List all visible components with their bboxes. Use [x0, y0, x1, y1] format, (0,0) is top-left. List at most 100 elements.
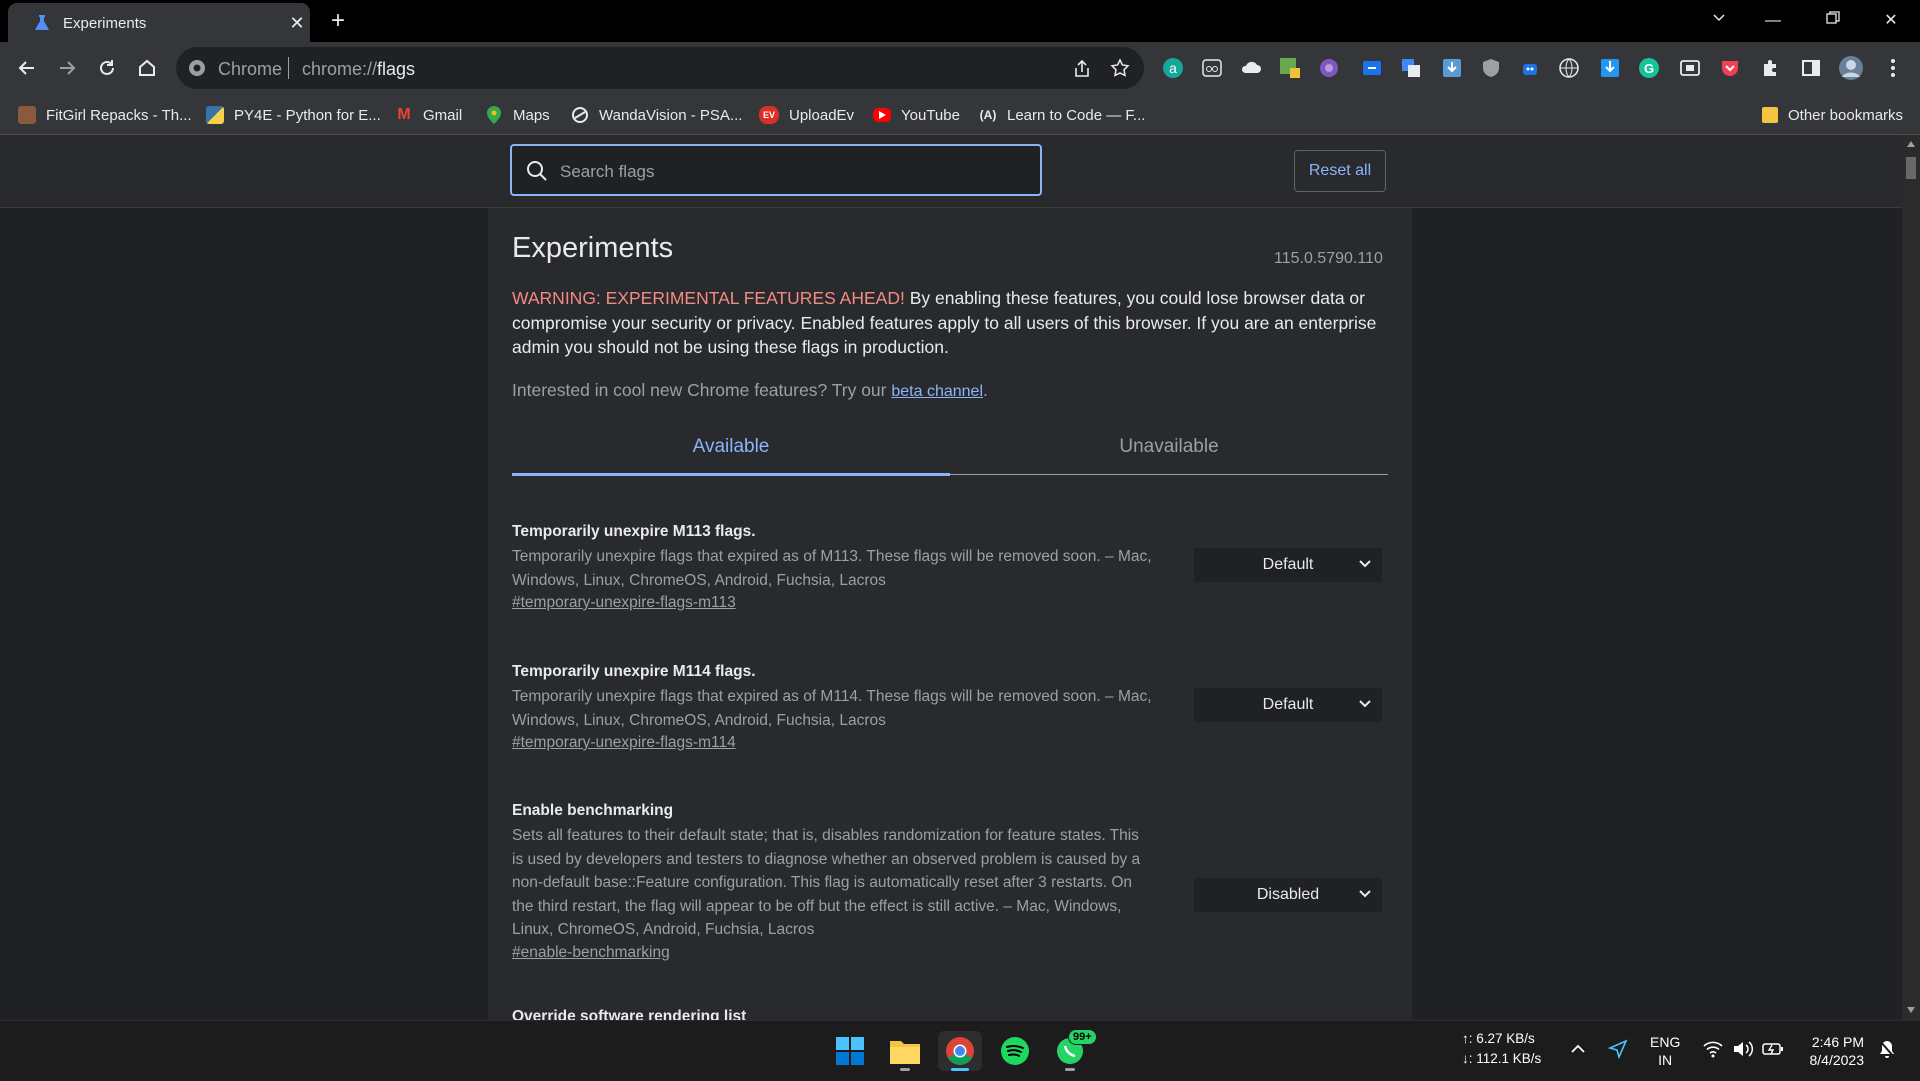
- flag-link[interactable]: #temporary-unexpire-flags-m113: [512, 594, 736, 612]
- bookmark-label: FitGirl Repacks - Th...: [46, 106, 192, 124]
- bookmark-fitgirl[interactable]: FitGirl Repacks - Th...: [18, 103, 192, 127]
- other-bookmarks[interactable]: Other bookmarks: [1762, 103, 1903, 127]
- bookmark-label: WandaVision - PSA...: [599, 106, 743, 124]
- toolbar: Chrome chrome://flags a G: [0, 42, 1920, 96]
- flag-item: Enable benchmarking Sets all features to…: [512, 802, 1388, 982]
- bookmark-wandavision[interactable]: WandaVision - PSA...: [571, 103, 742, 127]
- language-code: ENG: [1650, 1034, 1681, 1050]
- reload-icon[interactable]: [91, 52, 123, 84]
- tab-available[interactable]: Available: [512, 436, 950, 458]
- new-tab-button[interactable]: +: [325, 8, 351, 34]
- flag-description: Sets all features to their default state…: [512, 827, 1141, 938]
- scroll-thumb[interactable]: [1906, 157, 1916, 179]
- page-scrollbar[interactable]: [1902, 135, 1920, 1020]
- bookmark-gmail[interactable]: M Gmail: [395, 103, 462, 127]
- network-speed: ↑: 6.27 KB/s ↓: 112.1 KB/s: [1462, 1029, 1541, 1069]
- url-text[interactable]: chrome://flags: [302, 59, 415, 80]
- close-tab-icon[interactable]: ✕: [286, 12, 308, 34]
- spotify-icon[interactable]: [993, 1031, 1037, 1071]
- close-window-icon[interactable]: ✕: [1876, 8, 1906, 34]
- vpn-extension-icon[interactable]: [1316, 55, 1342, 81]
- bookmark-uploadev[interactable]: EV UploadEv: [759, 103, 854, 127]
- tray-overflow-icon[interactable]: [1570, 1041, 1586, 1059]
- language-indicator[interactable]: ENG IN: [1650, 1033, 1680, 1069]
- chrome-taskbar-icon[interactable]: [938, 1031, 982, 1071]
- flag-state-select[interactable]: Disabled: [1194, 878, 1382, 912]
- clock[interactable]: 2:46 PM 8/4/2023: [1800, 1033, 1865, 1069]
- scroll-up-icon[interactable]: [1907, 141, 1915, 147]
- ublock-extension-icon[interactable]: [1478, 55, 1504, 81]
- location-icon[interactable]: [1607, 1039, 1628, 1064]
- back-icon[interactable]: [11, 52, 43, 84]
- amazon-extension-icon[interactable]: a: [1160, 55, 1186, 81]
- scroll-down-icon[interactable]: [1907, 1007, 1915, 1013]
- flag-state-value: Disabled: [1256, 886, 1320, 903]
- active-indicator: [951, 1068, 969, 1071]
- bookmark-label: Gmail: [423, 106, 463, 124]
- cloud-extension-icon[interactable]: [1238, 55, 1264, 81]
- flag-state-select[interactable]: Default: [1194, 688, 1382, 722]
- flag-name: Enable benchmarking: [512, 802, 674, 819]
- bookmark-youtube[interactable]: YouTube: [873, 103, 960, 127]
- share-icon[interactable]: [1072, 59, 1092, 79]
- beta-channel-link[interactable]: beta channel: [891, 383, 983, 400]
- minimize-icon[interactable]: —: [1758, 8, 1788, 34]
- whatsapp-icon[interactable]: 99+: [1048, 1029, 1097, 1071]
- svg-text:G: G: [1644, 61, 1654, 76]
- globe-extension-icon[interactable]: [1556, 55, 1582, 81]
- youtube-icon: [873, 108, 891, 122]
- bookmark-py4e[interactable]: PY4E - Python for E...: [206, 103, 381, 127]
- download-manager-icon[interactable]: [1439, 55, 1465, 81]
- bookmark-freecodecamp[interactable]: (A) Learn to Code — F...: [979, 103, 1146, 127]
- bookmarks-bar: FitGirl Repacks - Th... PY4E - Python fo…: [0, 96, 1920, 135]
- flag-name: Temporarily unexpire M114 flags.: [512, 663, 756, 680]
- bookmark-star-icon[interactable]: [1110, 58, 1130, 78]
- search-input[interactable]: [558, 158, 1022, 186]
- idm-extension-icon[interactable]: [1597, 55, 1623, 81]
- profile-avatar[interactable]: [1838, 55, 1864, 81]
- forward-icon[interactable]: [51, 52, 83, 84]
- flag-link[interactable]: #temporary-unexpire-flags-m114: [512, 734, 736, 752]
- media-extension-icon[interactable]: [1677, 55, 1703, 81]
- psa-icon: [571, 106, 589, 124]
- warning-message: WARNING: EXPERIMENTAL FEATURES AHEAD! By…: [512, 286, 1382, 360]
- flags-header: Reset all: [0, 135, 1902, 208]
- running-indicator: [900, 1068, 910, 1071]
- windows-start-icon[interactable]: [828, 1031, 872, 1071]
- bookmark-label: YouTube: [901, 106, 960, 124]
- flag-name: Override software rendering list: [512, 1008, 747, 1020]
- pocket-extension-icon[interactable]: [1717, 55, 1743, 81]
- site-chip-label: Chrome: [218, 59, 283, 79]
- screenshot-extension-icon[interactable]: [1359, 55, 1385, 81]
- battery-icon[interactable]: [1762, 1040, 1784, 1063]
- bookmark-maps[interactable]: Maps: [485, 103, 550, 127]
- volume-icon[interactable]: [1732, 1040, 1754, 1063]
- translate-extension-icon[interactable]: [1398, 55, 1424, 81]
- other-bookmarks-label: Other bookmarks: [1788, 106, 1904, 124]
- tab-search-icon[interactable]: [1704, 8, 1734, 34]
- side-panel-icon[interactable]: [1798, 55, 1824, 81]
- beta-promo-text: Interested in cool new Chrome features? …: [512, 380, 892, 400]
- address-bar[interactable]: Chrome chrome://flags: [176, 47, 1144, 89]
- notification-bell-icon[interactable]: [1878, 1039, 1896, 1064]
- home-icon[interactable]: [131, 52, 163, 84]
- flag-state-select[interactable]: Default: [1194, 548, 1382, 582]
- restore-icon[interactable]: [1818, 8, 1848, 34]
- menu-kebab-icon[interactable]: [1880, 55, 1906, 81]
- reader-extension-icon[interactable]: [1199, 55, 1225, 81]
- flag-link[interactable]: #enable-benchmarking: [512, 944, 670, 962]
- bot-extension-icon[interactable]: [1517, 55, 1543, 81]
- extensions-puzzle-icon[interactable]: [1758, 55, 1784, 81]
- tampermonkey-extension-icon[interactable]: [1277, 55, 1303, 81]
- flag-state-value: Default: [1262, 696, 1314, 713]
- python-icon: [206, 106, 224, 124]
- reset-all-button[interactable]: Reset all: [1294, 150, 1386, 192]
- tab-title: Experiments: [63, 15, 147, 32]
- grammarly-extension-icon[interactable]: G: [1636, 55, 1662, 81]
- tab-unavailable[interactable]: Unavailable: [950, 436, 1388, 458]
- active-tab-indicator: [512, 473, 950, 476]
- file-explorer-icon[interactable]: [883, 1031, 927, 1071]
- tab-experiments[interactable]: Experiments ✕: [8, 3, 310, 42]
- wifi-icon[interactable]: [1702, 1040, 1724, 1063]
- bookmark-label: Maps: [513, 106, 550, 124]
